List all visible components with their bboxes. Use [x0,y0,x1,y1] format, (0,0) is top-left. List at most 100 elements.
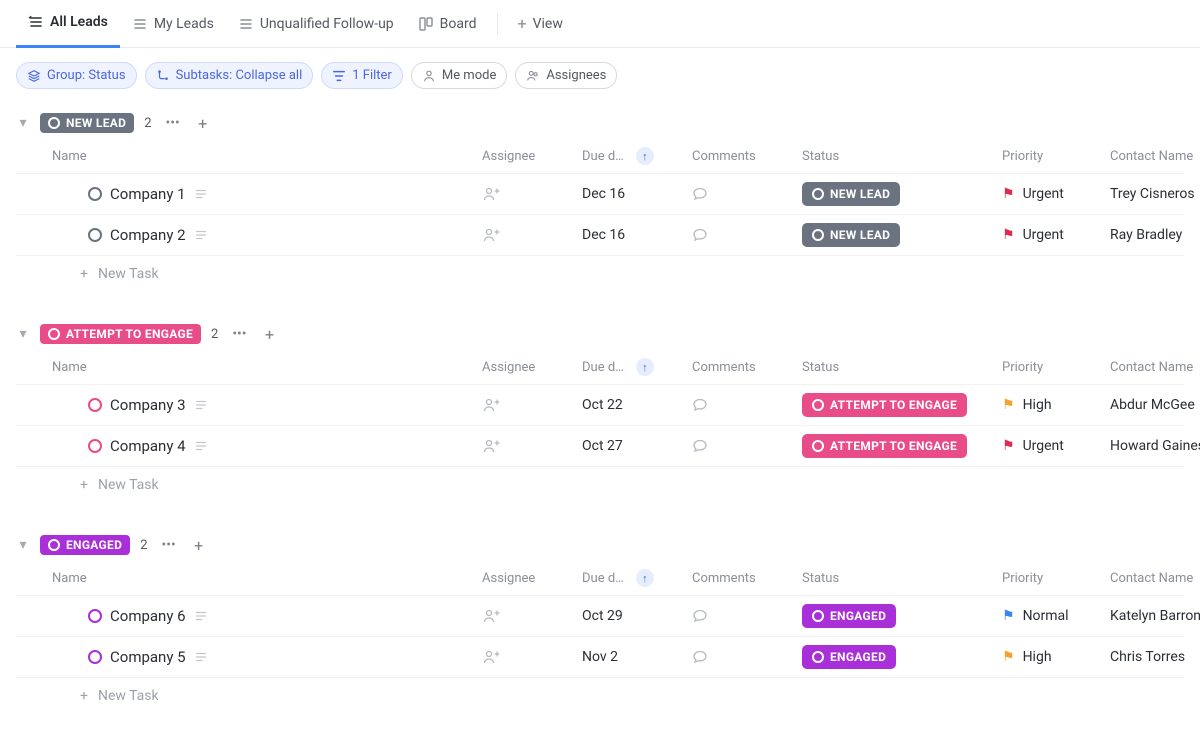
col-assignee[interactable]: Assignee [482,571,582,586]
sort-asc-icon[interactable]: ↑ [636,358,654,376]
contact-name[interactable]: Abdur McGee [1110,397,1200,413]
tab-all-leads[interactable]: All Leads [16,0,120,48]
status-cell[interactable]: NEW LEAD [802,223,1002,247]
tab-my-leads[interactable]: My Leads [120,0,226,48]
tab-board[interactable]: Board [406,0,489,48]
priority-cell[interactable]: ⚑ Urgent [1002,438,1110,454]
status-dot-icon[interactable] [88,228,102,242]
group-more-icon[interactable]: ••• [158,537,180,553]
status-cell[interactable]: ATTEMPT TO ENGAGE [802,393,1002,417]
priority-cell[interactable]: ⚑ Urgent [1002,227,1110,243]
col-assignee[interactable]: Assignee [482,149,582,164]
group-status-pill[interactable]: ATTEMPT TO ENGAGE [40,324,201,344]
task-name: Company 3 [110,396,186,414]
comments-button[interactable] [692,397,802,413]
col-name[interactable]: Name [52,149,482,164]
new-task-button[interactable]: + New Task [16,256,1184,298]
tab-unqualified[interactable]: Unqualified Follow-up [226,0,406,48]
group-chip[interactable]: Group: Status [16,62,137,89]
assignees-chip[interactable]: Assignees [515,62,617,89]
collapse-caret-icon[interactable]: ▾ [16,326,30,342]
due-date[interactable]: Oct 22 [582,397,692,413]
new-task-button[interactable]: + New Task [16,467,1184,509]
contact-name[interactable]: Katelyn Barron [1110,608,1200,624]
col-status[interactable]: Status [802,360,1002,375]
status-cell[interactable]: ENGAGED [802,645,1002,669]
comment-icon [692,227,708,243]
add-view-button[interactable]: + View [506,0,575,48]
col-comments[interactable]: Comments [692,571,802,586]
col-contact[interactable]: Contact Name [1110,360,1200,375]
group-more-icon[interactable]: ••• [228,326,250,342]
group-add-task-icon[interactable]: + [190,536,208,555]
status-cell[interactable]: NEW LEAD [802,182,1002,206]
task-row[interactable]: Company 2 Dec 16 NEW LEAD ⚑ Urgent Ray B… [16,215,1184,256]
filter-chip[interactable]: 1 Filter [321,62,403,89]
task-row[interactable]: Company 5 Nov 2 ENGAGED ⚑ High Chris Tor… [16,637,1184,678]
comments-button[interactable] [692,649,802,665]
assign-button[interactable] [482,437,582,455]
group-header: ▾ ENGAGED 2 ••• + [16,525,1184,561]
col-comments[interactable]: Comments [692,360,802,375]
contact-name[interactable]: Howard Gaines [1110,438,1200,454]
status-cell[interactable]: ENGAGED [802,604,1002,628]
group-add-task-icon[interactable]: + [260,325,278,344]
task-row[interactable]: Company 1 Dec 16 NEW LEAD ⚑ Urgent Trey … [16,174,1184,215]
task-row[interactable]: Company 6 Oct 29 ENGAGED ⚑ Normal Kately… [16,596,1184,637]
status-cell[interactable]: ATTEMPT TO ENGAGE [802,434,1002,458]
collapse-caret-icon[interactable]: ▾ [16,115,30,131]
assign-button[interactable] [482,185,582,203]
due-date[interactable]: Dec 16 [582,227,692,243]
sort-asc-icon[interactable]: ↑ [636,569,654,587]
contact-name[interactable]: Ray Bradley [1110,227,1200,243]
assign-button[interactable] [482,396,582,414]
col-due[interactable]: Due d… ↑ [582,569,692,587]
comments-button[interactable] [692,438,802,454]
comments-button[interactable] [692,186,802,202]
col-status[interactable]: Status [802,149,1002,164]
group-add-task-icon[interactable]: + [194,114,212,133]
col-contact[interactable]: Contact Name [1110,571,1200,586]
collapse-caret-icon[interactable]: ▾ [16,537,30,553]
priority-cell[interactable]: ⚑ Normal [1002,608,1110,624]
col-assignee[interactable]: Assignee [482,360,582,375]
assign-button[interactable] [482,607,582,625]
group-status-pill[interactable]: NEW LEAD [40,113,134,133]
col-status[interactable]: Status [802,571,1002,586]
status-dot-icon[interactable] [88,187,102,201]
priority-cell[interactable]: ⚑ High [1002,397,1110,413]
task-row[interactable]: Company 4 Oct 27 ATTEMPT TO ENGAGE ⚑ Urg… [16,426,1184,467]
col-contact[interactable]: Contact Name [1110,149,1200,164]
group-status-pill[interactable]: ENGAGED [40,535,130,555]
assign-button[interactable] [482,648,582,666]
status-dot-icon[interactable] [88,439,102,453]
due-date[interactable]: Oct 27 [582,438,692,454]
status-dot-icon[interactable] [88,650,102,664]
col-name[interactable]: Name [52,571,482,586]
col-priority[interactable]: Priority [1002,571,1110,586]
status-dot-icon[interactable] [88,398,102,412]
me-mode-chip[interactable]: Me mode [411,62,508,89]
due-date[interactable]: Oct 29 [582,608,692,624]
contact-name[interactable]: Trey Cisneros [1110,186,1200,202]
subtasks-chip[interactable]: Subtasks: Collapse all [145,62,314,89]
col-due[interactable]: Due d… ↑ [582,147,692,165]
priority-cell[interactable]: ⚑ High [1002,649,1110,665]
task-row[interactable]: Company 3 Oct 22 ATTEMPT TO ENGAGE ⚑ Hig… [16,385,1184,426]
due-date[interactable]: Nov 2 [582,649,692,665]
due-date[interactable]: Dec 16 [582,186,692,202]
col-name[interactable]: Name [52,360,482,375]
col-due[interactable]: Due d… ↑ [582,358,692,376]
comments-button[interactable] [692,608,802,624]
col-priority[interactable]: Priority [1002,360,1110,375]
assign-button[interactable] [482,226,582,244]
group-more-icon[interactable]: ••• [162,115,184,131]
group-label: ENGAGED [66,538,122,552]
col-comments[interactable]: Comments [692,149,802,164]
contact-name[interactable]: Chris Torres [1110,649,1200,665]
status-dot-icon[interactable] [88,609,102,623]
comments-button[interactable] [692,227,802,243]
priority-cell[interactable]: ⚑ Urgent [1002,186,1110,202]
col-priority[interactable]: Priority [1002,149,1110,164]
sort-asc-icon[interactable]: ↑ [636,147,654,165]
